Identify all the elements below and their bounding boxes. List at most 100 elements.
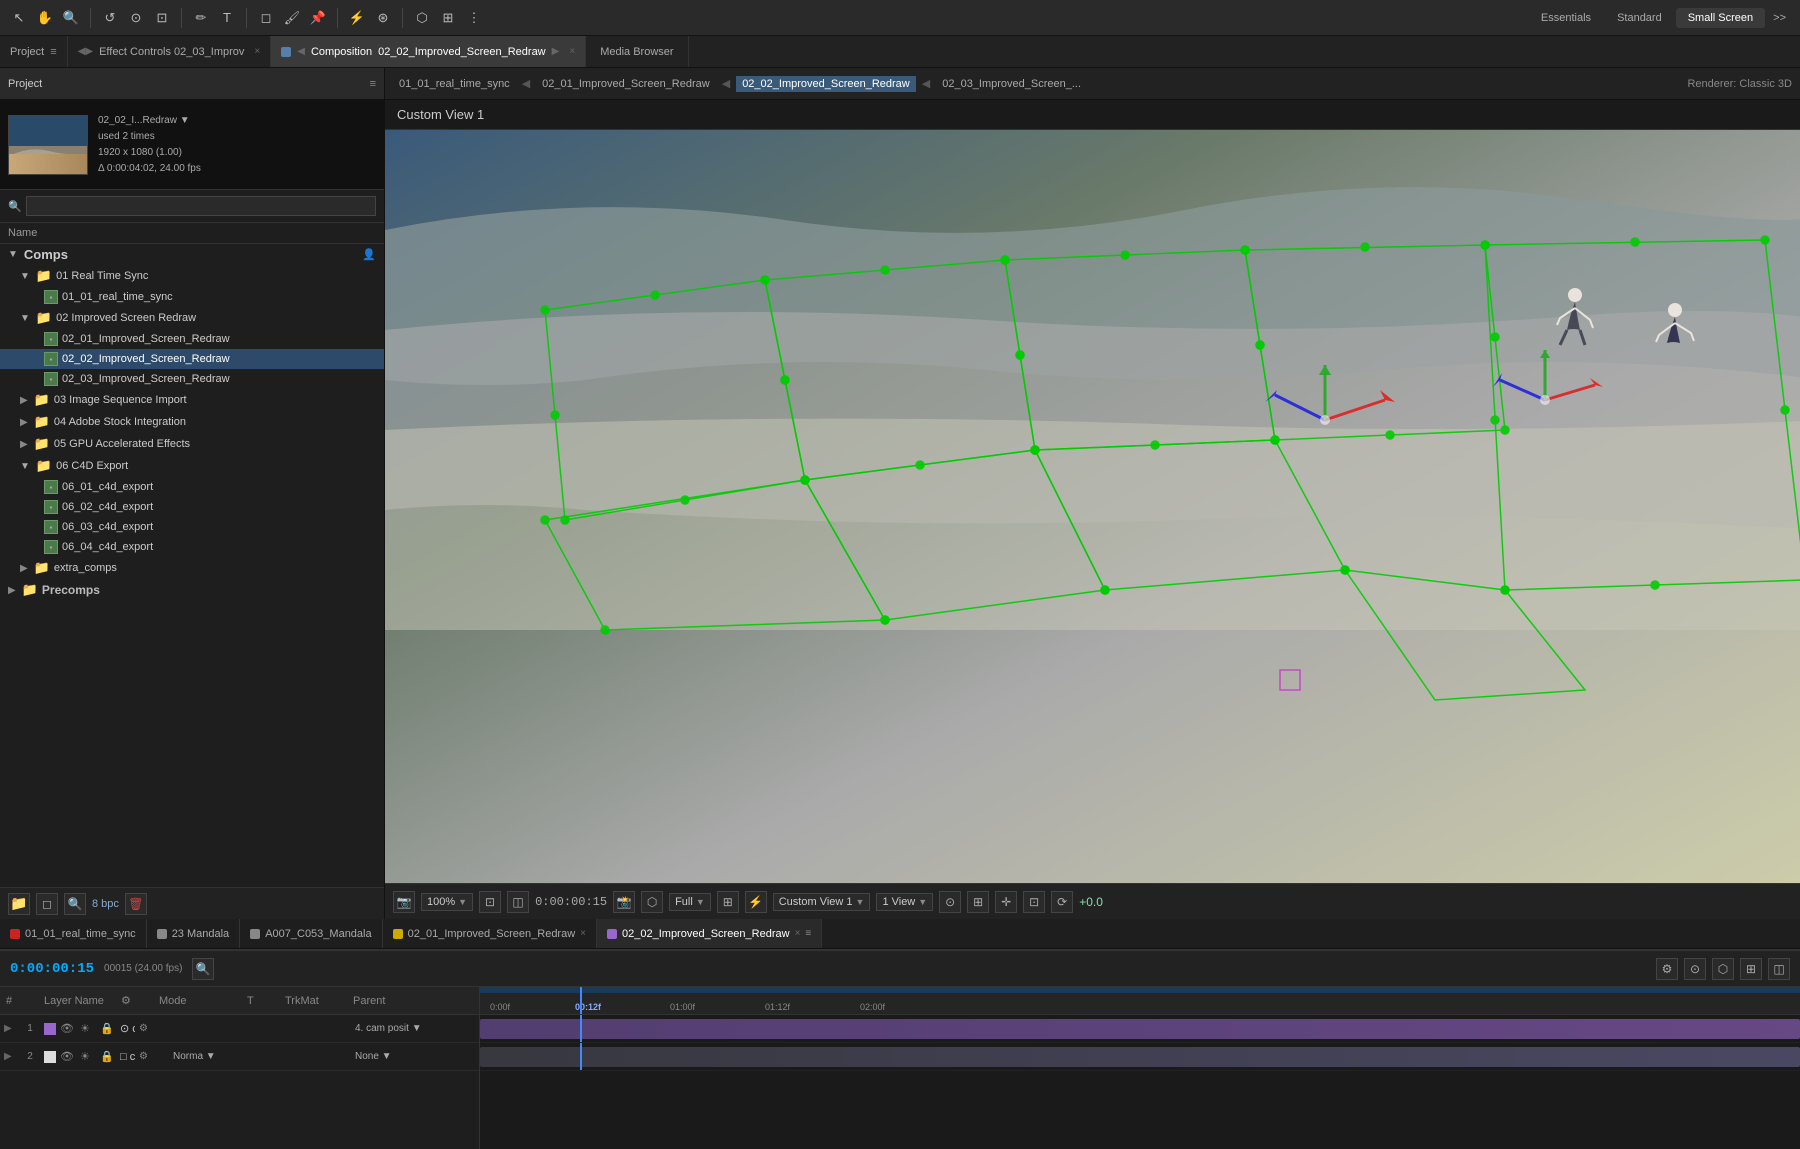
effect-controls-tab[interactable]: ◀▶ Effect Controls 02_03_Improv × [68,36,272,67]
project-tab-menu[interactable]: ≡ [50,46,56,58]
folder-c4d-export[interactable]: ▼ 📁 06 C4D Export [0,455,384,477]
render-icon[interactable]: ⟳ [1051,891,1073,913]
quality-control[interactable]: Full ▼ [669,893,711,911]
hand-tool-icon[interactable]: ✋ [34,7,56,29]
delete-icon[interactable]: 🗑 [125,893,147,915]
resolution-icon[interactable]: ⊞ [717,891,739,913]
comp-tab-a007[interactable]: A007_C053_Mandala [240,919,382,948]
brush-tool-icon[interactable]: 🖌 [281,7,303,29]
folder-adobe-stock[interactable]: ▶ 📁 04 Adobe Stock Integration [0,411,384,433]
item-06-01[interactable]: ▪ 06_01_c4d_export [0,477,384,497]
comp-tab-close[interactable]: × [569,46,575,57]
layer-2-vis[interactable]: 👁 [60,1050,76,1063]
layer-row-1[interactable]: ▶ 1 👁 ☀ 🔒 ⊙ camera ⚙ 4. cam posit ▼ [0,1015,479,1043]
nav-item-01-01[interactable]: 01_01_real_time_sync [393,76,516,92]
region-icon[interactable]: ⊡ [479,891,501,913]
folder-image-sequence[interactable]: ▶ 📁 03 Image Sequence Import [0,389,384,411]
workspace-standard[interactable]: Standard [1605,8,1674,28]
pen-tool-icon[interactable]: ✏ [190,7,212,29]
find-icon[interactable]: 🔍 [64,893,86,915]
comp-tab-02-01[interactable]: 02_01_Improved_Screen_Redraw × [383,919,597,948]
workspace-essentials[interactable]: Essentials [1529,8,1603,28]
select-tool-icon[interactable]: ↖ [8,7,30,29]
motion-blur-icon[interactable]: ⊙ [1684,958,1706,980]
grid-icon[interactable]: ⊞ [967,891,989,913]
graph-editor-icon[interactable]: ⊞ [1740,958,1762,980]
effect-tab-close[interactable]: × [254,46,260,57]
new-comp-icon[interactable]: ◻ [36,893,58,915]
comp-tab-02-02[interactable]: 02_02_Improved_Screen_Redraw × ≡ [597,919,822,948]
track-row-2[interactable] [480,1043,1800,1071]
frame-blend-icon[interactable]: ⬡ [1712,958,1734,980]
item-06-02[interactable]: ▪ 06_02_c4d_export [0,497,384,517]
workspace-small-screen[interactable]: Small Screen [1676,8,1765,28]
nav-item-02-03[interactable]: 02_03_Improved_Screen_... [936,76,1087,92]
new-folder-icon[interactable]: 📁 [8,893,30,915]
item-06-04[interactable]: ▪ 06_04_c4d_export [0,537,384,557]
overlay-icon[interactable]: ⊡ [1023,891,1045,913]
ruler-mark-12: 00:12f [575,1002,601,1012]
guide-icon[interactable]: ✛ [995,891,1017,913]
layer-1-lock[interactable]: 🔒 [100,1022,116,1035]
layer-row-2[interactable]: ▶ 2 👁 ☀ 🔒 □ camera wiggle ⚙ Norma ▼ None… [0,1043,479,1071]
timeline-ruler[interactable]: 0:00f 00:12f 01:00f 01:12f 02:00f [480,987,1800,1015]
item-02-01[interactable]: ▪ 02_01_Improved_Screen_Redraw [0,329,384,349]
layer-2-expand[interactable]: ▶ [4,1051,16,1062]
camera-track-icon[interactable]: ⊡ [151,7,173,29]
search-timeline-icon[interactable]: 🔍 [192,958,214,980]
folder-gpu-effects[interactable]: ▶ 📁 05 GPU Accelerated Effects [0,433,384,455]
search-input[interactable] [26,196,376,216]
workspace-more[interactable]: >> [1767,8,1792,28]
toggle-switches-icon[interactable]: ◫ [1768,958,1790,980]
item-02-02[interactable]: ▪ 02_02_Improved_Screen_Redraw [0,349,384,369]
folder-precomps[interactable]: ▶ 📁 Precomps [0,579,384,601]
media-browser-tab[interactable]: Media Browser [586,36,688,67]
zoom-tool-icon[interactable]: 🔍 [60,7,82,29]
comp-tab-close-02-01[interactable]: × [580,928,586,939]
item-01-01-real-time-sync[interactable]: ▪ 01_01_real_time_sync [0,287,384,307]
comp-icon-06-01: ▪ [44,480,58,494]
nav-item-02-02-active[interactable]: 02_02_Improved_Screen_Redraw [736,76,916,92]
layout-control[interactable]: 1 View ▼ [876,893,933,911]
comp-tab-01-01[interactable]: 01_01_real_time_sync [0,919,147,948]
layer-2-solo[interactable]: ☀ [80,1050,96,1063]
fast-preview-icon[interactable]: ⚡ [745,891,767,913]
nav-item-02-01[interactable]: 02_01_Improved_Screen_Redraw [536,76,716,92]
roto-tool-icon[interactable]: ⊛ [372,7,394,29]
folder-extra-comps[interactable]: ▶ 📁 extra_comps [0,557,384,579]
layer-1-solo[interactable]: ☀ [80,1022,96,1035]
track-row-1[interactable] [480,1015,1800,1043]
project-panel-menu-icon[interactable]: ≡ [370,78,376,90]
puppet-tool-icon[interactable]: ⚡ [346,7,368,29]
layer-1-expand[interactable]: ▶ [4,1023,16,1034]
composition-tab[interactable]: ◀ Composition 02_02_Improved_Screen_Redr… [271,36,586,67]
text-tool-icon[interactable]: T [216,7,238,29]
rotate-tool-icon[interactable]: ↺ [99,7,121,29]
item-06-03[interactable]: ▪ 06_03_c4d_export [0,517,384,537]
comp-tab-mandala[interactable]: 23 Mandala [147,919,241,948]
stereo-icon[interactable]: ⊙ [939,891,961,913]
transparency-icon[interactable]: ⬡ [641,891,663,913]
item-02-03[interactable]: ▪ 02_03_Improved_Screen_Redraw [0,369,384,389]
layer-1-vis[interactable]: 👁 [60,1022,76,1035]
layer-2-lock[interactable]: 🔒 [100,1050,116,1063]
camera-icon[interactable]: 📸 [613,891,635,913]
folder-improved-screen-redraw[interactable]: ▼ 📁 02 Improved Screen Redraw [0,307,384,329]
3d-tool-icon[interactable]: ⬡ [411,7,433,29]
timeline-control-icons: ⚙ ⊙ ⬡ ⊞ ◫ [1656,958,1790,980]
align-tool-icon[interactable]: ⊞ [437,7,459,29]
solo-icon[interactable]: ⚙ [1656,958,1678,980]
warp-tool-icon[interactable]: ⋮ [463,7,485,29]
zoom-control[interactable]: 100% ▼ [421,893,473,911]
shape-tool-icon[interactable]: ◻ [255,7,277,29]
pin-tool-icon[interactable]: 📌 [307,7,329,29]
folder-real-time-sync[interactable]: ▼ 📁 01 Real Time Sync [0,265,384,287]
pixel-aspect-icon[interactable]: ◫ [507,891,529,913]
view-select-control[interactable]: Custom View 1 ▼ [773,893,871,911]
viewer-snapshot-icon[interactable]: 📷 [393,891,415,913]
comps-section-header[interactable]: ▼ Comps 👤 [0,244,384,265]
project-tab[interactable]: Project ≡ [0,36,68,67]
viewport[interactable] [385,130,1800,883]
camera-orbit-icon[interactable]: ⊙ [125,7,147,29]
comp-tab-close-02-02[interactable]: × [795,928,801,939]
